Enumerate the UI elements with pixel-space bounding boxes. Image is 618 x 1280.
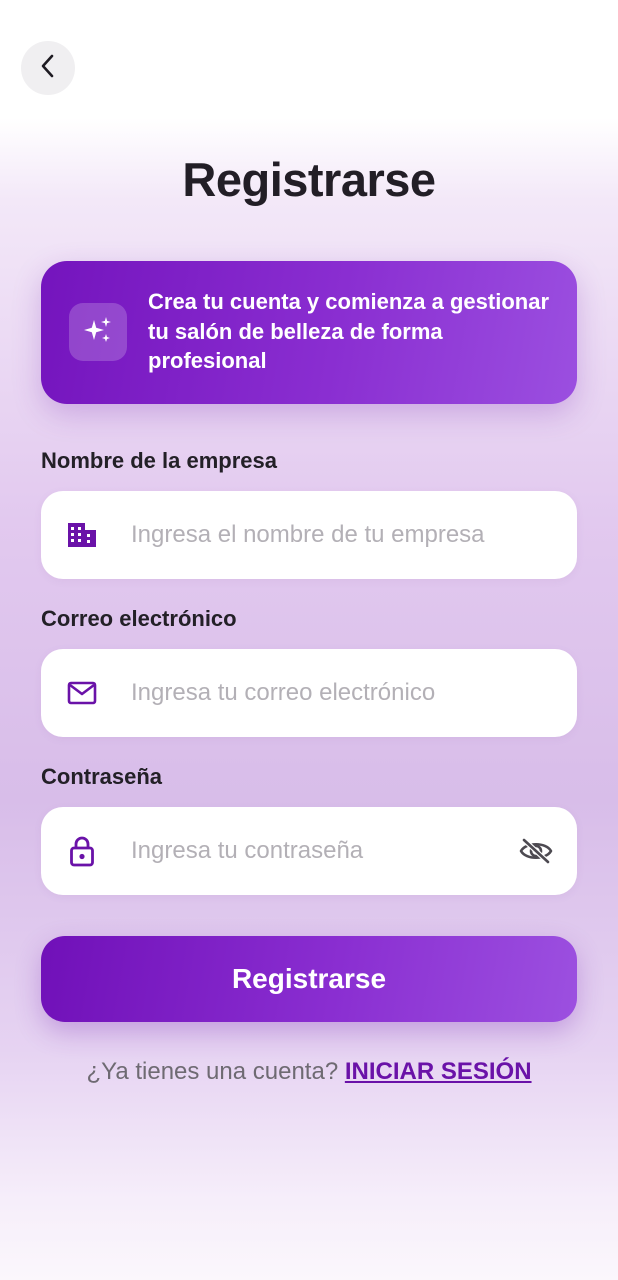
banner-text: Crea tu cuenta y comienza a gestionar tu… — [148, 289, 550, 373]
lock-icon — [67, 836, 97, 867]
company-name-label: Nombre de la empresa — [41, 448, 277, 473]
eye-off-icon[interactable] — [519, 834, 553, 868]
password-input[interactable] — [131, 807, 531, 895]
page-title: Registrarse — [182, 153, 436, 206]
chevron-left-icon — [37, 53, 59, 84]
mail-icon — [67, 678, 97, 708]
login-prompt-text: ¿Ya tienes una cuenta? — [86, 1058, 339, 1085]
email-input[interactable] — [131, 649, 531, 737]
info-banner: Crea tu cuenta y comienza a gestionar tu… — [41, 261, 577, 404]
company-name-input[interactable] — [131, 491, 531, 579]
sparkles-icon — [82, 314, 114, 351]
register-button[interactable]: Registrarse — [41, 936, 577, 1022]
back-button[interactable] — [21, 41, 75, 95]
password-field-container[interactable] — [41, 807, 577, 895]
banner-icon-container — [69, 303, 127, 361]
password-label: Contraseña — [41, 764, 163, 789]
building-icon — [67, 520, 97, 550]
email-field-container[interactable] — [41, 649, 577, 737]
login-link[interactable]: INICIAR SESIÓN — [345, 1058, 532, 1085]
login-prompt: ¿Ya tienes una cuenta? INICIAR SESIÓN — [0, 1058, 618, 1086]
company-name-field-container[interactable] — [41, 491, 577, 579]
email-label: Correo electrónico — [41, 606, 237, 631]
